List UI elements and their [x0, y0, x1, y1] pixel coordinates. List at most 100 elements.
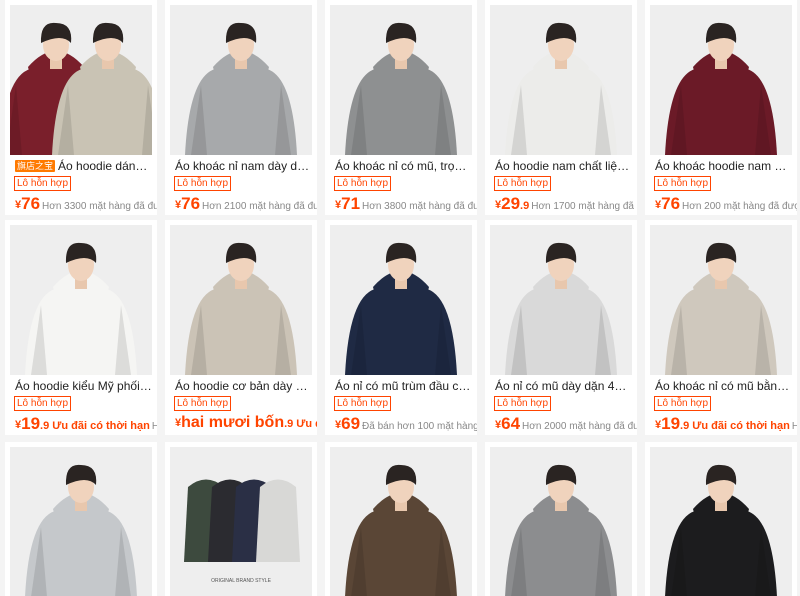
product-title-text: Áo khoác nỉ có mũ, trọng lượng... [335, 159, 473, 173]
price-decimal: .9 [520, 200, 530, 212]
product-image[interactable] [650, 5, 792, 155]
product-image[interactable] [10, 447, 152, 596]
product-card[interactable]: ORIGINAL BRAND STYLE [165, 442, 317, 596]
price-line: ¥71Hơn 3800 mặt hàng đã được bán. [335, 194, 477, 214]
sold-count: Hơn 2100 mặt hàng đã được bán. [202, 201, 317, 212]
product-title[interactable]: Áo khoác hoodie nam dày dặn ... [655, 158, 793, 174]
product-title-text: Áo hoodie kiểu Mỹ phối màu cá... [15, 379, 153, 393]
product-card[interactable]: Áo khoác hoodie nam dày dặn ... Lô hỗn hợ… [645, 0, 797, 215]
price-line: ¥29.9Hơn 1700 mặt hàng đã được bán. [495, 194, 637, 214]
product-title-text: Áo khoác hoodie nam dày dặn ... [655, 159, 793, 173]
product-title[interactable]: Áo nỉ có mũ trùm đầu cổ lứng, ... [335, 378, 473, 394]
product-title[interactable]: Áo hoodie nam chất liệu dày dặn... [495, 158, 633, 174]
mixed-batch-badge: Lô hỗn hợp [334, 396, 392, 411]
mixed-batch-badge: Lô hỗn hợp [334, 176, 392, 191]
sold-count: Hơn 110 [151, 421, 157, 432]
product-title[interactable]: Áo khoác nỉ có mũ, trọng lượng... [335, 158, 473, 174]
price-line: ¥76Hơn 200 mặt hàng đã được bán. [655, 194, 797, 214]
product-card[interactable]: Áo hoodie kiểu Mỹ phối màu cá... Lô hỗn h… [5, 220, 157, 435]
product-image[interactable] [170, 225, 312, 375]
image-caption: ORIGINAL BRAND STYLE [211, 578, 271, 584]
product-title-text: Áo nỉ có mũ dày dặn 400g kiểu ... [495, 379, 633, 393]
price-integer: 69 [341, 414, 361, 433]
mixed-batch-badge: Lô hỗn hợp [494, 176, 552, 191]
price-integer: 64 [501, 414, 521, 433]
price-integer: 19 [661, 414, 681, 433]
price-decimal: .9 [284, 418, 294, 430]
price-integer: hai mươi bốn [181, 414, 285, 431]
price-line: ¥19.9Ưu đãi có thời hạnHơn 110 [15, 414, 157, 434]
product-card[interactable] [645, 442, 797, 596]
product-title-text: Áo nỉ có mũ trùm đầu cổ lứng, ... [335, 379, 473, 393]
price-line: ¥69 Đã bán hơn 100 mặt hàng. [335, 414, 477, 434]
product-card[interactable] [5, 442, 157, 596]
price-decimal: .9 [680, 420, 690, 432]
limited-offer-label: Ưu đãi có thời hạn [52, 420, 150, 432]
product-card[interactable]: Áo hoodie nam chất liệu dày dặn... Lô hỗn… [485, 0, 637, 215]
limited-offer-label: Ưu đãi [296, 418, 317, 430]
price-line: ¥hai mươi bốn.9Ưu đãi [175, 414, 317, 432]
price-integer: 29 [501, 194, 521, 213]
price-integer: 76 [21, 194, 41, 213]
product-title[interactable]: 旗店之宝Áo hoodie dáng suông ... [15, 158, 153, 174]
product-title-text: Áo hoodie cơ bản dày dặn 380g... [175, 379, 313, 393]
product-image[interactable] [330, 225, 472, 375]
mixed-batch-badge: Lô hỗn hợp [174, 176, 232, 191]
product-title[interactable]: Áo nỉ có mũ dày dặn 400g kiểu ... [495, 378, 633, 394]
product-card[interactable]: Áo nỉ có mũ dày dặn 400g kiểu ... Lô hỗn … [485, 220, 637, 435]
product-card[interactable] [325, 442, 477, 596]
price-integer: 76 [661, 194, 681, 213]
product-title-text: Áo khoác nỉ nam dày dặn, có m... [175, 159, 313, 173]
price-line: ¥76Hơn 3300 mặt hàng đã được bán. [15, 194, 157, 214]
price-line: ¥64Hơn 2000 mặt hàng đã được bán. [495, 414, 637, 434]
product-image[interactable] [650, 225, 792, 375]
shop-tag: 旗店之宝 [15, 160, 56, 172]
mixed-batch-badge: Lô hỗn hợp [174, 396, 232, 411]
hoodie-flatlay-shape [256, 479, 300, 562]
price-line: ¥19.9Ưu đãi có thời hạnHơn 790 [655, 414, 797, 434]
product-image[interactable]: ORIGINAL BRAND STYLE [170, 447, 312, 596]
sold-count: Đã bán hơn 100 mặt hàng. [362, 421, 477, 432]
product-title[interactable]: Áo khoác nỉ nam dày dặn, có m... [175, 158, 313, 174]
product-image[interactable] [170, 5, 312, 155]
mixed-batch-badge: Lô hỗn hợp [494, 396, 552, 411]
price-integer: 76 [181, 194, 201, 213]
price-integer: 19 [21, 414, 41, 433]
limited-offer-label: Ưu đãi có thời hạn [692, 420, 790, 432]
product-card[interactable]: Áo khoác nỉ nam dày dặn, có m... Lô hỗn h… [165, 0, 317, 215]
mixed-batch-badge: Lô hỗn hợp [14, 176, 72, 191]
product-grid: 旗店之宝Áo hoodie dáng suông ... Lô hỗn hợp ¥7… [0, 0, 800, 596]
product-title-text: Áo hoodie dáng suông ... [58, 159, 153, 173]
product-image[interactable] [490, 225, 632, 375]
product-image[interactable] [490, 447, 632, 596]
product-card[interactable]: Áo nỉ có mũ trùm đầu cổ lứng, ... Lô hỗn … [325, 220, 477, 435]
sold-count: Hơn 200 mặt hàng đã được bán. [682, 201, 797, 212]
product-image[interactable] [10, 225, 152, 375]
product-image[interactable] [330, 447, 472, 596]
sold-count: Hơn 790 [791, 421, 797, 432]
sold-count: Hơn 3300 mặt hàng đã được bán. [42, 201, 157, 212]
price-integer: 71 [341, 194, 361, 213]
product-card[interactable]: Áo khoác nỉ có mũ bằng len dày... Lô hỗn … [645, 220, 797, 435]
sold-count: Hơn 2000 mặt hàng đã được bán. [522, 421, 637, 432]
mixed-batch-badge: Lô hỗn hợp [14, 396, 72, 411]
mixed-batch-badge: Lô hỗn hợp [654, 176, 712, 191]
sold-count: Hơn 3800 mặt hàng đã được bán. [362, 201, 477, 212]
product-card[interactable]: 旗店之宝Áo hoodie dáng suông ... Lô hỗn hợp ¥7… [5, 0, 157, 215]
product-card[interactable] [485, 442, 637, 596]
product-title[interactable]: Áo khoác nỉ có mũ bằng len dày... [655, 378, 793, 394]
product-image[interactable] [330, 5, 472, 155]
sold-count: Hơn 1700 mặt hàng đã được bán. [531, 201, 637, 212]
price-line: ¥76Hơn 2100 mặt hàng đã được bán. [175, 194, 317, 214]
price-decimal: .9 [40, 420, 50, 432]
product-card[interactable]: Áo khoác nỉ có mũ, trọng lượng... Lô hỗn … [325, 0, 477, 215]
product-card[interactable]: Áo hoodie cơ bản dày dặn 380g... Lô hỗn h… [165, 220, 317, 435]
product-title-text: Áo khoác nỉ có mũ bằng len dày... [655, 379, 793, 393]
product-image[interactable] [650, 447, 792, 596]
product-image[interactable] [10, 5, 152, 155]
product-title-text: Áo hoodie nam chất liệu dày dặn... [495, 159, 633, 173]
product-image[interactable] [490, 5, 632, 155]
mixed-batch-badge: Lô hỗn hợp [654, 396, 712, 411]
product-title[interactable]: Áo hoodie kiểu Mỹ phối màu cá... [15, 378, 153, 394]
product-title[interactable]: Áo hoodie cơ bản dày dặn 380g... [175, 378, 313, 394]
